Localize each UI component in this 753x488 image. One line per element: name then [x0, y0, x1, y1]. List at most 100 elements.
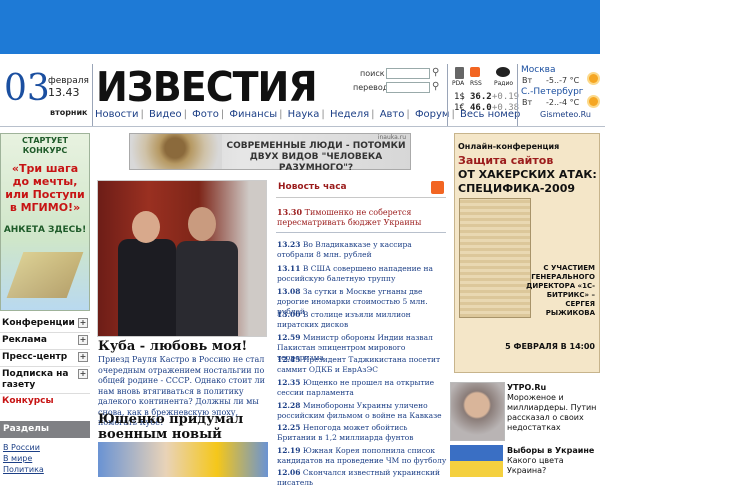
ad-line4: СПЕЦИФИКА-2009: [458, 182, 576, 195]
currency-usd-symbol: 1$: [454, 92, 465, 102]
weather-source-link[interactable]: Gismeteo.Ru: [540, 110, 591, 119]
expand-icon[interactable]: +: [78, 318, 88, 328]
date-month: февраля: [48, 76, 89, 86]
divider: [447, 64, 448, 126]
expand-icon[interactable]: +: [78, 369, 88, 379]
search-input[interactable]: [386, 68, 430, 79]
utro-brand: УТРО.Ru: [507, 383, 547, 392]
nav-science[interactable]: Наука: [288, 109, 320, 120]
news-item[interactable]: 12.28 Минобороны Украины уличено российс…: [277, 401, 447, 421]
news-hour-header: Новость часа: [276, 179, 446, 198]
ad-line1: Онлайн-конференция: [458, 142, 560, 151]
conference-ad[interactable]: Онлайн-конференция Защита сайтов ОТ ХАКЕ…: [454, 133, 600, 373]
figure-head: [132, 211, 160, 243]
promo-anketa-link[interactable]: АНКЕТА ЗДЕСЬ!: [1, 225, 89, 235]
section-russia[interactable]: В России: [3, 443, 40, 452]
menu-label: Конференции: [2, 318, 75, 328]
nav-video[interactable]: Видео: [149, 109, 182, 120]
ukraine-photo[interactable]: [450, 445, 503, 477]
expand-icon[interactable]: +: [78, 335, 88, 345]
nav-news[interactable]: Новости: [95, 109, 138, 120]
main-nav: Новости | Видео | Фото | Финансы | Наука | Не…: [95, 109, 521, 120]
weather-city-moscow[interactable]: Москва: [521, 65, 555, 75]
news-text: Скончался известный украинский писатель: [277, 468, 441, 487]
nav-auto[interactable]: Авто: [380, 109, 405, 120]
news-item[interactable]: 12.25 Непогода может обойтись Британии в…: [277, 423, 447, 443]
news-hour-title[interactable]: Новость часа: [278, 182, 347, 192]
expand-icon[interactable]: +: [78, 352, 88, 362]
search-icon[interactable]: ⚲: [432, 67, 439, 78]
radio-icon[interactable]: [496, 67, 510, 77]
news-item[interactable]: 12.35 Ющенко не прошел на открытие сесси…: [277, 378, 447, 398]
promo-banner[interactable]: СТАРТУЕТ КОНКУРС «Три шага до мечты, или…: [0, 133, 90, 311]
menu-label: Реклама: [2, 335, 47, 345]
currency-eur-change: +0.38: [492, 103, 520, 113]
pda-label: PDA: [452, 80, 465, 87]
weather-temp: -5..-7 °С: [546, 76, 580, 85]
date-day: 03: [4, 68, 50, 109]
ad-illustration: [459, 198, 531, 318]
sections-header: Разделы: [0, 421, 90, 438]
news-time: 13.11: [277, 264, 301, 273]
utro-photo[interactable]: [450, 382, 505, 441]
site-logo[interactable]: ИЗВЕСТИЯ: [96, 62, 318, 112]
news-text: В США совершено нападение на российскую …: [277, 264, 433, 283]
news-item[interactable]: 13.11 В США совершено нападение на росси…: [277, 264, 447, 284]
left-menu-subscribe[interactable]: Подписка на газету +: [0, 367, 90, 394]
sun-icon: [589, 97, 598, 106]
ukraine-title: Выборы в Украине: [507, 446, 595, 455]
section-world[interactable]: В мире: [3, 454, 32, 463]
ad-line3: ОТ ХАКЕРСКИХ АТАК:: [458, 168, 597, 181]
news-item[interactable]: 12.06 Скончался известный украинский пис…: [277, 468, 447, 488]
weather-day: Вт: [522, 98, 533, 107]
date-time: 13.43: [48, 86, 80, 99]
nav-forum[interactable]: Форум: [415, 109, 450, 120]
translate-input[interactable]: [386, 82, 430, 93]
divider: [0, 126, 605, 127]
news-text: Южная Корея пополнила список кандидатов …: [277, 446, 447, 465]
top-banner-strip: [0, 0, 600, 54]
left-menu-conferences[interactable]: Конференции +: [0, 316, 90, 333]
news-item[interactable]: 12.45 Президент Таджикистана посетит сам…: [277, 355, 447, 375]
utro-teaser[interactable]: УТРО.Ru Мороженое и миллиардеры. Путин р…: [507, 383, 602, 433]
rss-icon[interactable]: [470, 67, 480, 77]
hot-news-time: 13.30: [277, 207, 303, 217]
second-story-photo[interactable]: [98, 442, 268, 477]
search-label: поиск: [360, 69, 385, 78]
rss-icon[interactable]: [431, 181, 444, 194]
banner-text: СОВРЕМЕННЫЕ ЛЮДИ - ПОТОМКИ ДВУХ ВИДОВ "Ч…: [226, 141, 406, 173]
left-menu-contests[interactable]: Конкурсы: [0, 396, 90, 410]
science-banner[interactable]: СОВРЕМЕННЫЕ ЛЮДИ - ПОТОМКИ ДВУХ ВИДОВ "Ч…: [129, 133, 411, 173]
figure-head: [188, 207, 216, 241]
radio-label: Радио: [494, 80, 514, 87]
currency-eur-symbol: 1€: [454, 103, 465, 113]
figure: [176, 241, 238, 336]
nav-photo[interactable]: Фото: [192, 109, 219, 120]
main-story-title[interactable]: Куба - любовь моя!: [98, 339, 247, 354]
pda-icon[interactable]: [455, 67, 464, 79]
nav-week[interactable]: Неделя: [330, 109, 369, 120]
divider: [517, 64, 518, 126]
news-item[interactable]: 13.23 Во Владикавказе у кассира отобрали…: [277, 240, 447, 260]
ukraine-teaser[interactable]: Выборы в Украине Какого цвета Украина?: [507, 446, 602, 476]
currency-eur-value: 46.0: [470, 103, 492, 113]
weather-city-spb[interactable]: С.-Петербург: [521, 87, 584, 97]
main-story-photo[interactable]: [97, 180, 267, 337]
currency-usd-change: +0.19: [492, 92, 520, 102]
left-menu-press[interactable]: Пресс-центр +: [0, 350, 90, 367]
divider: [276, 232, 446, 233]
news-item[interactable]: 13.00 В столице изъяли миллион пиратских…: [277, 310, 447, 330]
news-item[interactable]: 12.19 Южная Корея пополнила список канди…: [277, 446, 447, 466]
news-time: 13.23: [277, 240, 301, 249]
news-text: Президент Таджикистана посетит саммит ОД…: [277, 355, 441, 374]
menu-label: Пресс-центр: [2, 352, 68, 362]
news-time: 13.00: [277, 310, 301, 319]
section-politics[interactable]: Политика: [3, 465, 44, 474]
sun-icon: [589, 74, 598, 83]
left-menu-ads[interactable]: Реклама +: [0, 333, 90, 350]
hot-news[interactable]: 13.30 Тимошенко не соберется пересматрив…: [277, 207, 445, 228]
news-time: 13.08: [277, 287, 301, 296]
translate-icon[interactable]: ⚲: [432, 81, 439, 92]
banner-site: inauka.ru: [377, 134, 406, 141]
nav-finance[interactable]: Финансы: [229, 109, 277, 120]
